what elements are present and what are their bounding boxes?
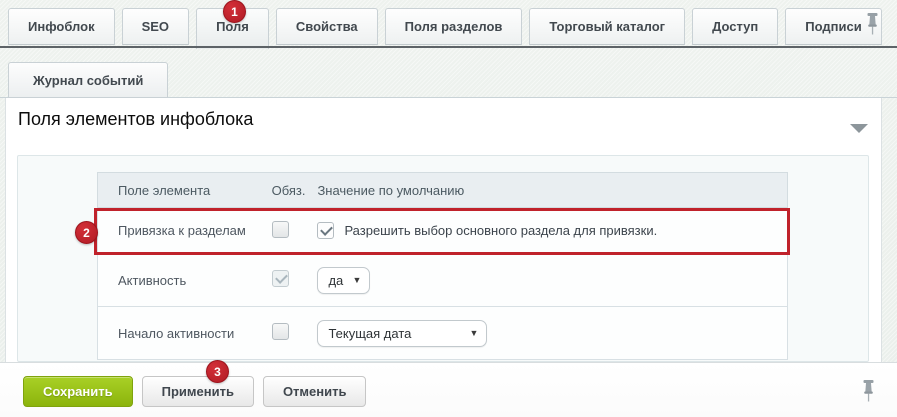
- step-badge-1: 1: [223, 0, 246, 23]
- step-badge-3: 3: [206, 360, 229, 383]
- required-checkbox[interactable]: [272, 221, 289, 238]
- main-tab-bar: Инфоблок SEO Поля Свойства Поля разделов…: [8, 8, 882, 49]
- tab-trade-catalog[interactable]: Торговый каталог: [529, 8, 685, 45]
- required-checkbox[interactable]: [272, 323, 289, 340]
- cancel-button[interactable]: Отменить: [263, 376, 367, 407]
- collapse-section-icon[interactable]: [850, 124, 868, 133]
- table-header-row: Поле элемента Обяз. Значение по умолчани…: [97, 172, 788, 208]
- row-label: Начало активности: [98, 326, 258, 341]
- header-field: Поле элемента: [98, 183, 258, 198]
- select-value: Текущая дата: [328, 326, 411, 341]
- header-required: Обяз.: [258, 183, 318, 198]
- tab-properties[interactable]: Свойства: [276, 8, 378, 45]
- tab-infoblock[interactable]: Инфоблок: [8, 8, 115, 45]
- element-fields-table: Поле элемента Обяз. Значение по умолчани…: [97, 172, 788, 360]
- table-row-activity: Активность да ▼: [97, 254, 788, 307]
- select-value: да: [328, 273, 343, 288]
- tab-bar-divider: [0, 46, 897, 48]
- header-default-value: Значение по умолчанию: [317, 183, 787, 198]
- table-row-activity-start: Начало активности Текущая дата ▼: [97, 307, 788, 360]
- row-label: Привязка к разделам: [98, 223, 258, 238]
- chevron-down-icon: ▼: [353, 275, 362, 285]
- activity-start-select[interactable]: Текущая дата ▼: [317, 320, 487, 347]
- activity-select[interactable]: да ▼: [317, 267, 370, 294]
- apply-button[interactable]: Применить: [142, 376, 254, 407]
- table-row-section-binding: Привязка к разделам Разрешить выбор осно…: [97, 208, 788, 254]
- tab-seo[interactable]: SEO: [122, 8, 189, 45]
- page: Инфоблок SEO Поля Свойства Поля разделов…: [0, 0, 897, 417]
- tab-event-log[interactable]: Журнал событий: [8, 62, 168, 98]
- footer-buttons: Сохранить Применить Отменить: [23, 376, 366, 407]
- pin-icon[interactable]: [865, 13, 880, 36]
- tab-access[interactable]: Доступ: [692, 8, 778, 45]
- required-checkbox-disabled: [272, 270, 289, 287]
- step-badge-2: 2: [75, 221, 98, 244]
- allow-main-section-checkbox[interactable]: [317, 222, 334, 239]
- tab-section-fields[interactable]: Поля разделов: [385, 8, 523, 45]
- row-label: Активность: [98, 273, 258, 288]
- checkbox-label: Разрешить выбор основного раздела для пр…: [344, 223, 657, 238]
- footer-bar: Сохранить Применить Отменить: [0, 362, 897, 417]
- secondary-tab-bar: Журнал событий: [8, 62, 168, 98]
- chevron-down-icon: ▼: [470, 328, 479, 338]
- pin-icon[interactable]: [861, 380, 876, 403]
- save-button[interactable]: Сохранить: [23, 376, 133, 407]
- section-title: Поля элементов инфоблока: [18, 109, 253, 130]
